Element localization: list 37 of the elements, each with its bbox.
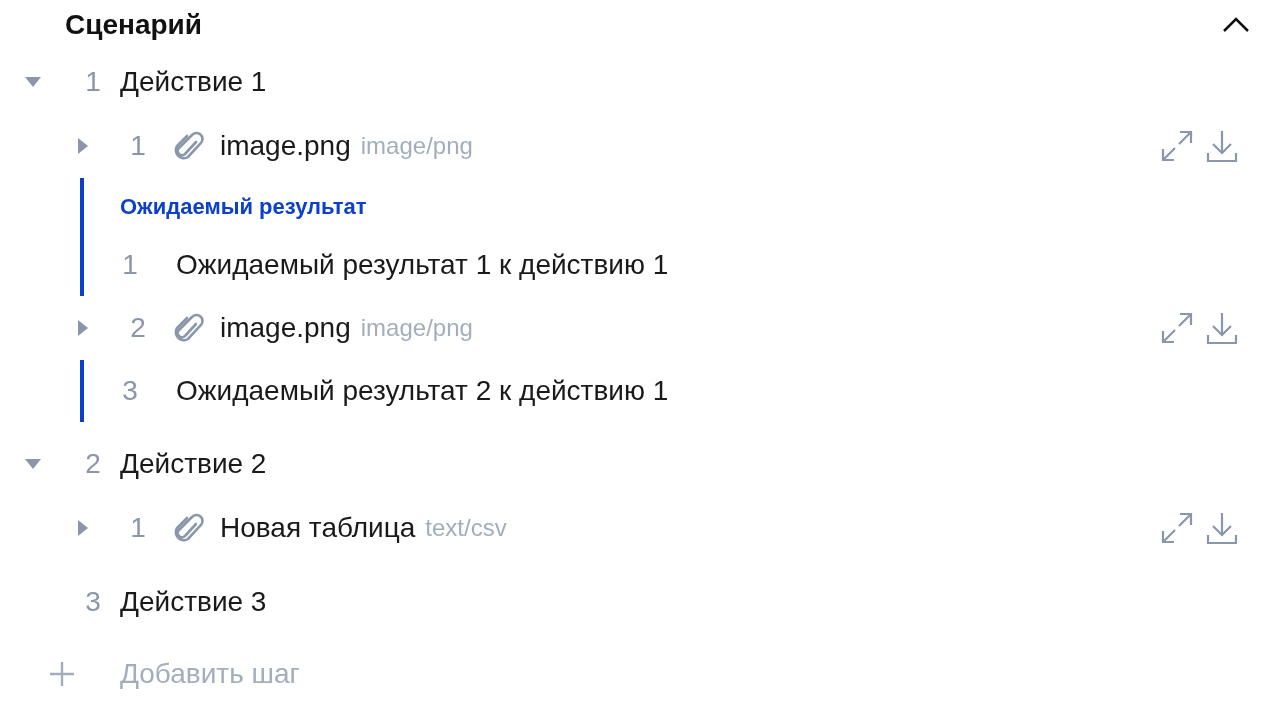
attachment-number: 2 <box>129 311 147 345</box>
file-name[interactable]: Новая таблица <box>220 507 416 549</box>
expected-result-text[interactable]: Ожидаемый результат 2 к действию 1 <box>176 370 669 412</box>
step-number: 2 <box>84 447 102 481</box>
file-type: image/png <box>360 131 473 161</box>
expand-icon[interactable] <box>1160 311 1194 345</box>
file-name[interactable]: image.png <box>220 125 351 167</box>
step-number: 3 <box>84 585 102 619</box>
download-icon[interactable] <box>1206 129 1238 163</box>
step-number: 1 <box>84 65 102 99</box>
plus-icon <box>49 661 75 687</box>
expected-result-heading: Ожидаемый результат <box>120 192 367 221</box>
result-number: 3 <box>121 374 139 408</box>
caret-down-icon[interactable] <box>24 458 42 470</box>
caret-down-icon[interactable] <box>24 76 42 88</box>
caret-right-icon[interactable] <box>77 137 89 155</box>
paperclip-icon[interactable] <box>174 312 204 344</box>
step-title[interactable]: Действие 3 <box>120 581 267 623</box>
step-title[interactable]: Действие 1 <box>120 61 267 103</box>
attachment-number: 1 <box>129 511 147 545</box>
expected-result-text[interactable]: Ожидаемый результат 1 к действию 1 <box>176 244 669 286</box>
section-title: Сценарий <box>65 8 203 42</box>
expand-icon[interactable] <box>1160 511 1194 545</box>
file-type: image/png <box>360 313 473 343</box>
file-type: text/csv <box>425 513 507 543</box>
caret-right-icon[interactable] <box>77 319 89 337</box>
download-icon[interactable] <box>1206 311 1238 345</box>
file-name[interactable]: image.png <box>220 307 351 349</box>
download-icon[interactable] <box>1206 511 1238 545</box>
collapse-icon[interactable] <box>1221 16 1251 34</box>
attachment-number: 1 <box>129 129 147 163</box>
paperclip-icon[interactable] <box>174 512 204 544</box>
expand-icon[interactable] <box>1160 129 1194 163</box>
result-number: 1 <box>121 248 139 282</box>
step-title[interactable]: Действие 2 <box>120 443 267 485</box>
paperclip-icon[interactable] <box>174 130 204 162</box>
caret-right-icon[interactable] <box>77 519 89 537</box>
